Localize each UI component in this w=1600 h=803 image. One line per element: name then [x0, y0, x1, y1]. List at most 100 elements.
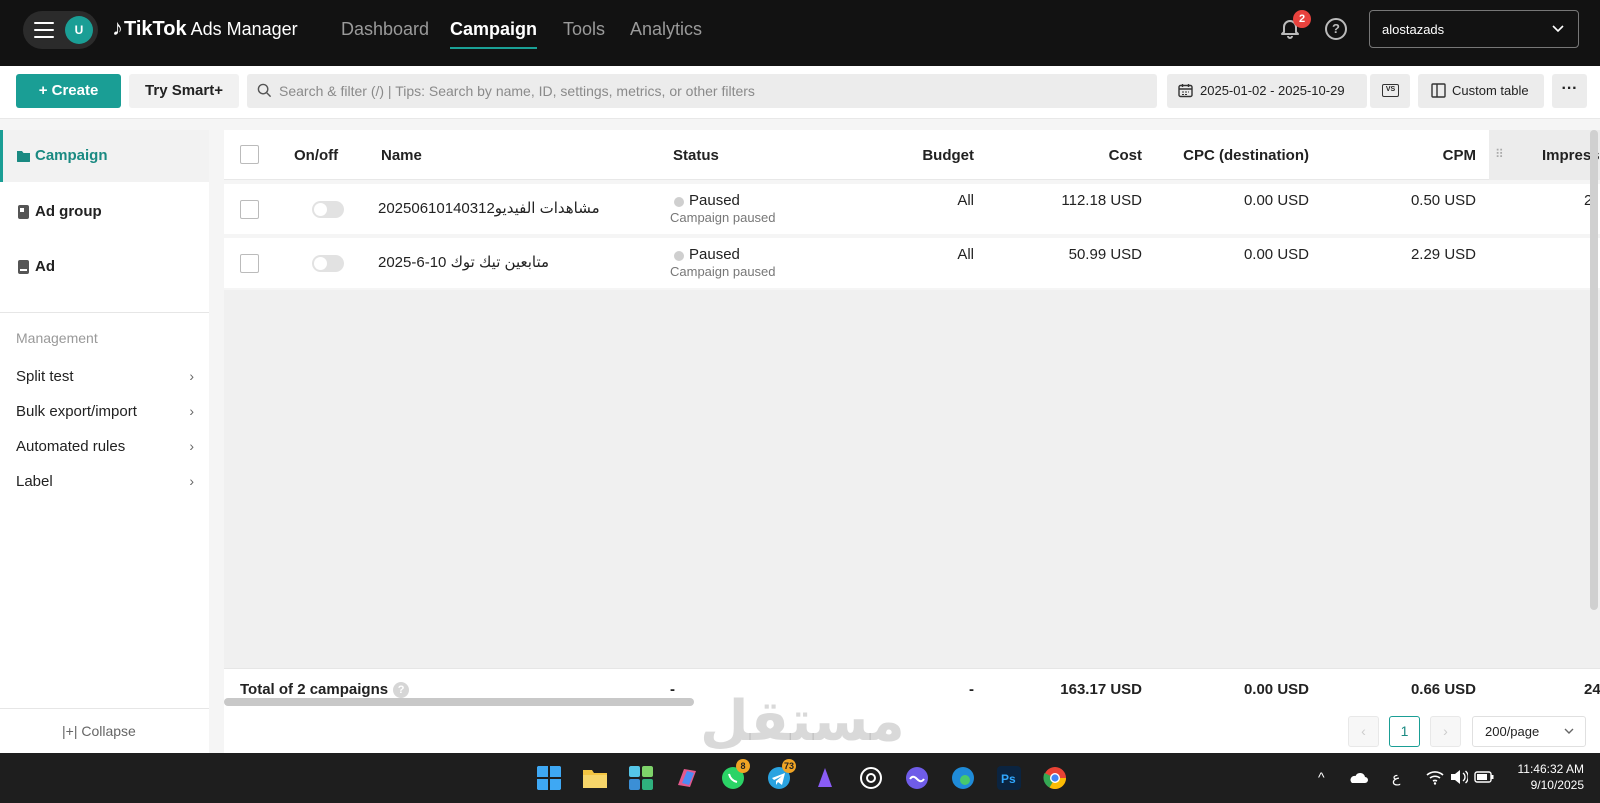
cost-cell: 112.18 USD — [1061, 192, 1142, 209]
sidebar-item-ad[interactable]: Ad — [0, 241, 209, 293]
sidebar: Campaign Ad group Ad Management Split te… — [0, 130, 209, 753]
page-number-button[interactable]: 1 — [1389, 716, 1420, 747]
total-impressions: 24 — [1584, 681, 1600, 698]
page-size-value: 200/page — [1485, 724, 1540, 739]
logo-sub: Ads Manager — [186, 19, 298, 39]
page-size-select[interactable]: 200/page — [1472, 716, 1586, 747]
avatar[interactable]: U — [65, 16, 93, 44]
campaign-name[interactable]: مشاهدات الفيديو20250610140312 — [378, 199, 600, 217]
mgmt-item-label: Bulk export/import — [16, 403, 137, 420]
sidebar-item-automated-rules[interactable]: Automated rules › — [16, 438, 194, 455]
col-status[interactable]: Status — [673, 147, 719, 164]
sidebar-item-split-test[interactable]: Split test › — [16, 368, 194, 385]
chevron-right-icon: › — [189, 473, 194, 489]
tiktok-ads-logo[interactable]: ♪TikTok Ads Manager — [112, 15, 298, 41]
vertical-scrollbar[interactable] — [1590, 130, 1598, 610]
col-cpm[interactable]: CPM — [1344, 147, 1476, 164]
app-purple-icon[interactable] — [812, 765, 838, 791]
col-cpc[interactable]: CPC (destination) — [1144, 147, 1309, 164]
sidebar-divider — [0, 312, 209, 313]
total-label: Total of 2 campaigns? — [240, 681, 410, 699]
chrome-icon[interactable] — [1042, 765, 1068, 791]
edge-icon[interactable] — [950, 765, 976, 791]
select-all-checkbox[interactable] — [240, 145, 259, 164]
sidebar-item-label[interactable]: Label › — [16, 473, 194, 490]
info-icon[interactable]: ? — [393, 682, 410, 699]
nav-analytics[interactable]: Analytics — [630, 19, 702, 40]
prev-page-button[interactable]: ‹ — [1348, 716, 1379, 747]
table-empty-area — [224, 290, 1600, 668]
photoshop-icon[interactable]: Ps — [996, 765, 1022, 791]
col-cost[interactable]: Cost — [1012, 147, 1142, 164]
pagination: ‹ 1 › 200/page — [224, 710, 1600, 753]
onedrive-icon[interactable] — [1348, 770, 1368, 784]
tray-overflow-icon[interactable]: ^ — [1318, 769, 1325, 785]
cpm-cell: 0.50 USD — [1410, 192, 1476, 209]
input-language[interactable]: ع — [1392, 769, 1400, 786]
account-name: alostazads — [1382, 22, 1445, 37]
clock-date: 9/10/2025 — [1530, 778, 1584, 792]
cpm-cell: 2.29 USD — [1410, 246, 1476, 263]
system-clock[interactable]: 11:46:32 AM 9/10/2025 — [1518, 761, 1585, 793]
table-row[interactable]: متابعين تيك توك 10-6-2025 Paused Campaig… — [224, 238, 1600, 288]
battery-icon[interactable] — [1474, 770, 1494, 784]
help-icon[interactable]: ? — [1325, 18, 1347, 40]
menu-avatar-pill[interactable]: U — [23, 11, 98, 49]
horizontal-scrollbar[interactable] — [224, 698, 694, 706]
campaign-name[interactable]: متابعين تيك توك 10-6-2025 — [378, 253, 549, 271]
status-text: Paused — [689, 246, 740, 263]
collapse-label: Collapse — [81, 723, 136, 739]
chatgpt-icon[interactable] — [858, 765, 884, 791]
copilot-icon[interactable] — [674, 765, 700, 791]
file-explorer-icon[interactable] — [582, 765, 608, 791]
volume-icon[interactable] — [1450, 769, 1468, 785]
clock-time: 11:46:32 AM — [1517, 762, 1585, 776]
row-checkbox[interactable] — [240, 200, 259, 219]
search-input[interactable] — [247, 74, 1157, 108]
management-title: Management — [16, 330, 98, 346]
col-budget[interactable]: Budget — [874, 147, 974, 164]
chevron-down-icon — [1552, 25, 1564, 33]
nav-campaign[interactable]: Campaign — [450, 19, 538, 49]
widgets-icon[interactable] — [628, 765, 654, 791]
mgmt-item-label: Automated rules — [16, 438, 126, 455]
total-cpc: 0.00 USD — [1243, 681, 1309, 698]
wifi-icon[interactable] — [1426, 769, 1444, 785]
windows-taskbar: 8 73 Ps ^ ع 11:46:32 AM 9/10/2025 — [0, 753, 1600, 803]
try-smart-button[interactable]: Try Smart+ — [129, 74, 239, 108]
sidebar-item-ad-group[interactable]: Ad group — [0, 186, 209, 238]
status-detail: Campaign paused — [670, 264, 776, 279]
sidebar-item-campaign[interactable]: Campaign — [0, 130, 209, 182]
columns-icon — [1431, 83, 1446, 98]
status-text: Paused — [689, 192, 740, 209]
next-page-button[interactable]: › — [1430, 716, 1461, 747]
table-header: On/off Name Status Budget Cost CPC (dest… — [224, 130, 1600, 180]
date-range-picker[interactable]: 2025-01-02 - 2025-10-29 — [1167, 74, 1367, 108]
sidebar-item-label: Ad group — [35, 203, 102, 220]
onoff-toggle[interactable] — [312, 255, 344, 272]
col-name[interactable]: Name — [381, 147, 422, 164]
chevron-right-icon: › — [189, 438, 194, 454]
hamburger-icon[interactable] — [34, 22, 54, 38]
drag-handle-icon[interactable]: ⠿ — [1495, 147, 1505, 161]
whatsapp-badge: 8 — [736, 759, 750, 773]
nav-dashboard[interactable]: Dashboard — [341, 19, 429, 40]
create-button[interactable]: + Create — [16, 74, 121, 108]
more-options-button[interactable]: ··· — [1552, 74, 1587, 108]
account-selector[interactable]: alostazads — [1369, 10, 1579, 48]
app-wave-icon[interactable] — [904, 765, 930, 791]
table-row[interactable]: مشاهدات الفيديو20250610140312 Paused Cam… — [224, 184, 1600, 234]
compare-button[interactable]: VS — [1370, 74, 1410, 108]
chevron-right-icon: › — [189, 368, 194, 384]
nav-tools[interactable]: Tools — [563, 19, 605, 40]
sidebar-item-bulk-export[interactable]: Bulk export/import › — [16, 403, 194, 420]
collapse-button[interactable]: |+| Collapse — [62, 723, 136, 739]
logo-brand: TikTok — [124, 18, 187, 40]
onoff-toggle[interactable] — [312, 201, 344, 218]
search-icon — [257, 83, 272, 98]
telegram-badge: 73 — [782, 759, 796, 773]
total-status: - — [670, 681, 675, 698]
row-checkbox[interactable] — [240, 254, 259, 273]
col-onoff[interactable]: On/off — [294, 147, 338, 164]
windows-start-icon[interactable] — [536, 765, 562, 791]
